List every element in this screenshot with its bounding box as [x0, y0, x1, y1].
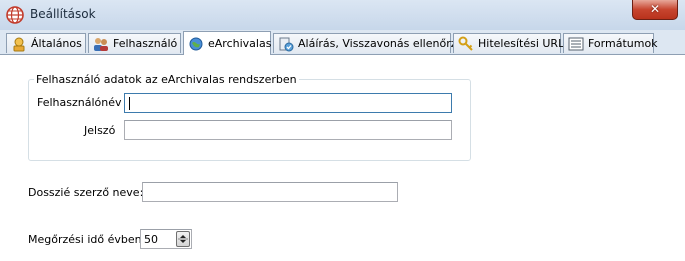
- retention-value: 50: [144, 233, 158, 246]
- tab-label: eArchivalas: [208, 37, 272, 50]
- username-field[interactable]: [124, 93, 452, 113]
- tab-strip: Általános Felhasználó eArchivalas Aláírá…: [0, 30, 685, 55]
- tab-hitelesitesi-url[interactable]: Hitelesítési URL: [453, 33, 565, 53]
- earchivalas-panel: Felhasználó adatok az eArchivalas rendsz…: [0, 55, 685, 261]
- formats-icon: [568, 37, 584, 50]
- settings-globe-icon: [6, 6, 24, 24]
- users-icon: [94, 37, 108, 51]
- signature-check-icon: [279, 37, 294, 51]
- general-settings-icon: [13, 37, 25, 51]
- window-title: Beállítások: [30, 7, 96, 21]
- key-icon: [458, 36, 473, 51]
- archive-globe-icon: [189, 37, 203, 50]
- tab-label: Általános: [31, 37, 82, 50]
- dossier-author-label: Dosszié szerző neve:: [28, 186, 144, 199]
- spin-buttons[interactable]: [176, 231, 190, 247]
- spin-down-icon[interactable]: [180, 240, 186, 243]
- tab-label: Formátumok: [588, 37, 658, 50]
- dossier-author-field[interactable]: [142, 182, 398, 202]
- text-caret: [129, 97, 130, 110]
- close-icon: ✕: [649, 2, 661, 16]
- password-label: Jelszó: [84, 124, 116, 137]
- retention-spinbox[interactable]: 50: [140, 229, 192, 249]
- password-field[interactable]: [124, 120, 452, 140]
- tab-earchivalas[interactable]: eArchivalas: [183, 31, 271, 55]
- spin-up-icon[interactable]: [180, 235, 186, 238]
- tab-alairas-visszavonas[interactable]: Aláírás, Visszavonás ellenőrzés: [273, 33, 469, 53]
- tab-label: Hitelesítési URL: [478, 37, 565, 50]
- tab-altalanos[interactable]: Általános: [6, 33, 86, 53]
- group-title: Felhasználó adatok az eArchivalas rendsz…: [34, 73, 299, 86]
- tab-label: Felhasználó: [113, 37, 178, 50]
- tab-label: Aláírás, Visszavonás ellenőrzés: [298, 37, 470, 50]
- tab-formatumok[interactable]: Formátumok: [563, 33, 658, 53]
- close-button[interactable]: ✕: [632, 0, 678, 20]
- title-bar: Beállítások ✕: [0, 0, 685, 31]
- retention-label: Megőrzési idő évben: [28, 233, 142, 246]
- username-label: Felhasználónév: [37, 96, 122, 109]
- tab-felhasznalo[interactable]: Felhasználó: [88, 33, 181, 53]
